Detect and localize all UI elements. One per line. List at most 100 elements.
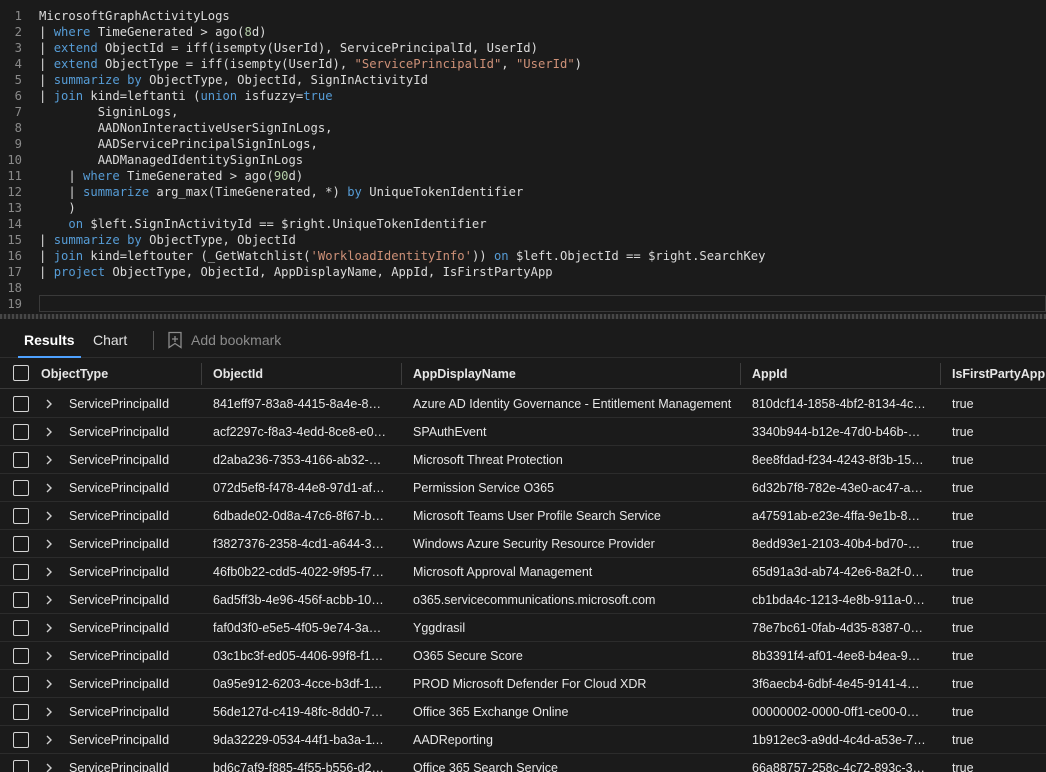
expand-row-chevron-icon[interactable]	[44, 510, 54, 522]
table-row[interactable]: ServicePrincipalId 841eff97-83a8-4415-8a4…	[0, 390, 1046, 418]
column-resize-handle[interactable]	[401, 363, 402, 385]
code-line-14[interactable]: on $left.SignInActivityId == $right.Uniq…	[0, 216, 1046, 232]
pane-splitter[interactable]	[0, 314, 1046, 319]
expand-row-chevron-icon[interactable]	[44, 426, 54, 438]
expand-row-chevron-icon[interactable]	[44, 622, 54, 634]
column-resize-handle[interactable]	[940, 363, 941, 385]
cell-appid: 3f6aecb4-6dbf-4e45-9141-440...	[752, 677, 926, 691]
expand-row-chevron-icon[interactable]	[44, 594, 54, 606]
cell-appdisplayname: o365.servicecommunications.microsoft.com	[413, 593, 656, 607]
column-header-appid[interactable]: AppId	[752, 359, 787, 389]
column-resize-handle[interactable]	[740, 363, 741, 385]
row-checkbox[interactable]	[13, 704, 29, 720]
row-checkbox[interactable]	[13, 592, 29, 608]
cell-appdisplayname: Office 365 Search Service	[413, 761, 558, 772]
code-line-1[interactable]: MicrosoftGraphActivityLogs	[0, 8, 1046, 24]
table-row[interactable]: ServicePrincipalId 6dbade02-0d8a-47c6-8f6…	[0, 502, 1046, 530]
table-row[interactable]: ServicePrincipalId d2aba236-7353-4166-ab3…	[0, 446, 1046, 474]
table-row[interactable]: ServicePrincipalId 56de127d-c419-48fc-8dd…	[0, 698, 1046, 726]
cell-objecttype: ServicePrincipalId	[69, 509, 170, 523]
table-row[interactable]: ServicePrincipalId f3827376-2358-4cd1-a64…	[0, 530, 1046, 558]
expand-row-chevron-icon[interactable]	[44, 398, 54, 410]
row-checkbox[interactable]	[13, 620, 29, 636]
code-line-4[interactable]: | extend ObjectType = iff(isempty(UserId…	[0, 56, 1046, 72]
cell-appdisplayname: Microsoft Threat Protection	[413, 453, 563, 467]
expand-row-chevron-icon[interactable]	[44, 650, 54, 662]
code-line-3[interactable]: | extend ObjectId = iff(isempty(UserId),…	[0, 40, 1046, 56]
expand-row-chevron-icon[interactable]	[44, 678, 54, 690]
row-checkbox[interactable]	[13, 508, 29, 524]
query-editor[interactable]: 1 2 3 4 5 6 7 8 9 10 11 12 13 14 15 16 17 18 19 MicrosoftG…	[0, 0, 1046, 318]
cell-appid: 8edd93e1-2103-40b4-bd70-6e...	[752, 537, 926, 551]
cell-objecttype: ServicePrincipalId	[69, 397, 170, 411]
row-checkbox[interactable]	[13, 760, 29, 772]
code-line-7[interactable]: SigninLogs,	[0, 104, 1046, 120]
table-row[interactable]: ServicePrincipalId 072d5ef8-f478-44e8-97d…	[0, 474, 1046, 502]
table-row[interactable]: ServicePrincipalId bd6c7af9-f885-4f55-b55…	[0, 754, 1046, 772]
code-line-13[interactable]: )	[0, 200, 1046, 216]
code-line-5[interactable]: | summarize by ObjectType, ObjectId, Sig…	[0, 72, 1046, 88]
expand-row-chevron-icon[interactable]	[44, 762, 54, 772]
code-line-9[interactable]: AADServicePrincipalSignInLogs,	[0, 136, 1046, 152]
expand-row-chevron-icon[interactable]	[44, 566, 54, 578]
row-checkbox[interactable]	[13, 480, 29, 496]
code-line-10[interactable]: AADManagedIdentitySignInLogs	[0, 152, 1046, 168]
cell-appdisplayname: Permission Service O365	[413, 481, 555, 495]
code-line-8[interactable]: AADNonInteractiveUserSignInLogs,	[0, 120, 1046, 136]
row-checkbox[interactable]	[13, 564, 29, 580]
cell-appdisplayname: Microsoft Teams User Profile Search Serv…	[413, 509, 661, 523]
cell-isfirstpartyapp: true	[952, 677, 974, 691]
code-line-18[interactable]	[0, 280, 1046, 296]
table-row[interactable]: ServicePrincipalId 0a95e912-6203-4cce-b3d…	[0, 670, 1046, 698]
table-row[interactable]: ServicePrincipalId acf2297c-f8a3-4edd-8ce…	[0, 418, 1046, 446]
cell-appdisplayname: O365 Secure Score	[413, 649, 523, 663]
expand-row-chevron-icon[interactable]	[44, 734, 54, 746]
expand-row-chevron-icon[interactable]	[44, 454, 54, 466]
tab-chart[interactable]: Chart	[93, 322, 127, 358]
cell-isfirstpartyapp: true	[952, 397, 974, 411]
code-line-11[interactable]: | where TimeGenerated > ago(90d)	[0, 168, 1046, 184]
column-header-objecttype[interactable]: ObjectType	[41, 359, 108, 389]
row-checkbox[interactable]	[13, 732, 29, 748]
cell-objecttype: ServicePrincipalId	[69, 425, 170, 439]
code-line-15[interactable]: | summarize by ObjectType, ObjectId	[0, 232, 1046, 248]
tab-results[interactable]: Results	[18, 322, 81, 358]
column-header-appdisplayname[interactable]: AppDisplayName	[413, 359, 516, 389]
cell-appid: a47591ab-e23e-4ffa-9e1b-809...	[752, 509, 926, 523]
cell-objectid: 6dbade02-0d8a-47c6-8f67-bf6...	[213, 509, 387, 523]
table-row[interactable]: ServicePrincipalId faf0d3f0-e5e5-4f05-9e7…	[0, 614, 1046, 642]
cell-objecttype: ServicePrincipalId	[69, 761, 170, 772]
table-row[interactable]: ServicePrincipalId 6ad5ff3b-4e96-456f-acb…	[0, 586, 1046, 614]
expand-row-chevron-icon[interactable]	[44, 482, 54, 494]
code-line-2[interactable]: | where TimeGenerated > ago(8d)	[0, 24, 1046, 40]
code-line-16[interactable]: | join kind=leftouter (_GetWatchlist('Wo…	[0, 248, 1046, 264]
cell-objecttype: ServicePrincipalId	[69, 453, 170, 467]
code-line-12[interactable]: | summarize arg_max(TimeGenerated, *) by…	[0, 184, 1046, 200]
row-checkbox[interactable]	[13, 424, 29, 440]
cell-appdisplayname: Windows Azure Security Resource Provider	[413, 537, 655, 551]
cell-objecttype: ServicePrincipalId	[69, 649, 170, 663]
row-checkbox[interactable]	[13, 676, 29, 692]
column-resize-handle[interactable]	[201, 363, 202, 385]
expand-row-chevron-icon[interactable]	[44, 538, 54, 550]
code-line-6[interactable]: | join kind=leftanti (union isfuzzy=true	[0, 88, 1046, 104]
table-row[interactable]: ServicePrincipalId 46fb0b22-cdd5-4022-9f9…	[0, 558, 1046, 586]
current-line-highlight[interactable]	[39, 295, 1046, 312]
row-checkbox[interactable]	[13, 536, 29, 552]
add-bookmark-button[interactable]: Add bookmark	[167, 322, 281, 358]
code-line-17[interactable]: | project ObjectType, ObjectId, AppDispl…	[0, 264, 1046, 280]
results-toolbar: Results Chart Add bookmark	[0, 322, 1046, 358]
expand-row-chevron-icon[interactable]	[44, 706, 54, 718]
column-header-objectid[interactable]: ObjectId	[213, 359, 263, 389]
select-all-checkbox[interactable]	[13, 365, 29, 381]
cell-objectid: 9da32229-0534-44f1-ba3a-112...	[213, 733, 387, 747]
cell-isfirstpartyapp: true	[952, 705, 974, 719]
cell-appid: 00000002-0000-0ff1-ce00-000...	[752, 705, 926, 719]
row-checkbox[interactable]	[13, 452, 29, 468]
column-header-isfirstpartyapp[interactable]: IsFirstPartyApp	[952, 359, 1045, 389]
table-row[interactable]: ServicePrincipalId 9da32229-0534-44f1-ba3…	[0, 726, 1046, 754]
row-checkbox[interactable]	[13, 648, 29, 664]
table-row[interactable]: ServicePrincipalId 03c1bc3f-ed05-4406-99f…	[0, 642, 1046, 670]
cell-isfirstpartyapp: true	[952, 509, 974, 523]
row-checkbox[interactable]	[13, 396, 29, 412]
